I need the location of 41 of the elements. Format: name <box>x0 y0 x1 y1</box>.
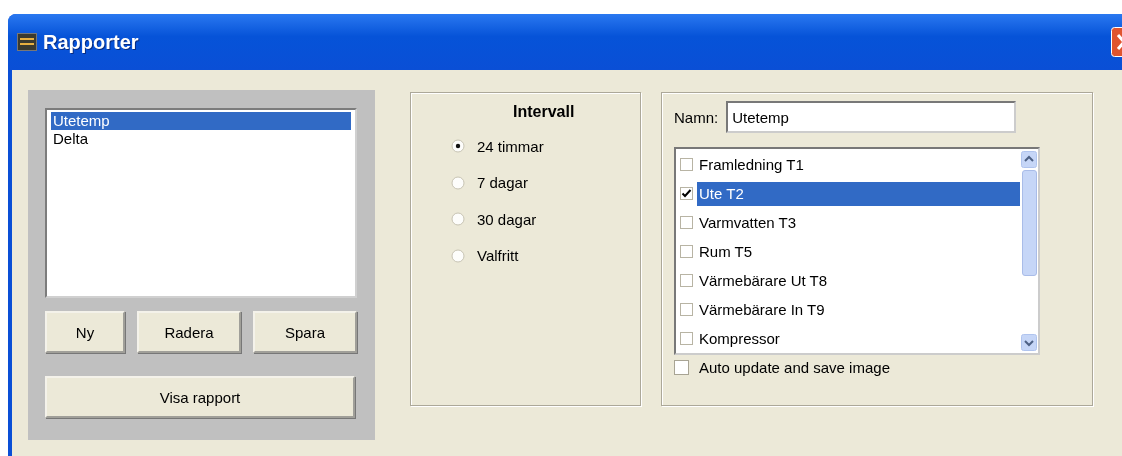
sensor-item[interactable]: Rum T5 <box>697 239 1020 264</box>
group-title: Intervall <box>512 103 576 121</box>
checkbox[interactable] <box>680 245 693 258</box>
sensor-list[interactable]: Framledning T1 Ute T2 Varmvatten T3 Rum T5 Värmebärare Ut T8 Värmebärare In T9 Kompressor <box>674 147 1040 355</box>
checkbox[interactable] <box>680 332 693 345</box>
scroll-thumb[interactable] <box>1021 170 1037 276</box>
sensor-item[interactable]: Ute T2 <box>697 181 1020 206</box>
radio-label: Valfritt <box>477 247 519 265</box>
name-field[interactable]: Utetemp <box>726 101 1017 133</box>
sensor-item[interactable]: Kompressor <box>697 326 1020 351</box>
checkbox[interactable] <box>680 216 693 229</box>
checkbox[interactable] <box>680 303 693 316</box>
sensor-item[interactable]: Varmvatten T3 <box>697 210 1020 235</box>
checkbox[interactable] <box>680 187 693 200</box>
report-list[interactable]: Utetemp Delta <box>45 108 357 298</box>
scroll-up-icon[interactable] <box>1021 151 1037 168</box>
sensor-item[interactable]: Framledning T1 <box>697 152 1020 177</box>
show-report-button[interactable]: Visa rapport <box>45 376 355 418</box>
sensor-item[interactable]: Värmebärare Ut T8 <box>697 268 1020 293</box>
scrollbar[interactable] <box>1020 149 1038 353</box>
radio-button[interactable] <box>451 248 465 263</box>
radio-label: 30 dagar <box>477 210 537 228</box>
report-item[interactable]: Utetemp <box>51 112 351 130</box>
checkbox[interactable] <box>680 274 693 287</box>
action-button[interactable]: Radera <box>137 311 241 353</box>
radio-button[interactable] <box>451 175 465 190</box>
report-item[interactable]: Delta <box>51 130 351 148</box>
app-icon <box>17 33 37 51</box>
window-title: Rapporter <box>43 30 139 54</box>
sensor-item[interactable]: Värmebärare In T9 <box>697 297 1020 322</box>
field-label: Namn: <box>674 108 719 126</box>
checkbox[interactable] <box>680 158 693 171</box>
scroll-down-icon[interactable] <box>1021 334 1037 351</box>
action-button[interactable]: Spara <box>253 311 357 353</box>
radio-label: 24 timmar <box>477 137 544 155</box>
radio-button[interactable] <box>451 139 465 154</box>
action-button[interactable]: Ny <box>45 311 125 353</box>
radio-label: 7 dagar <box>477 174 528 192</box>
checkbox[interactable] <box>674 360 689 375</box>
radio-button[interactable] <box>451 212 465 227</box>
checkbox-label: Auto update and save image <box>699 359 890 376</box>
